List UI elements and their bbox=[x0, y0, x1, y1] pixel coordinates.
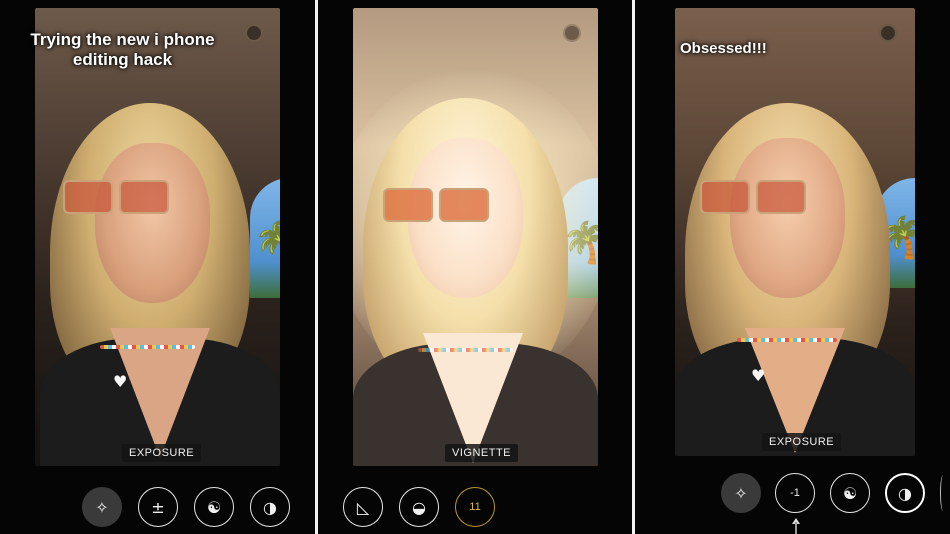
contrast-yinyang-icon[interactable]: ☯ bbox=[830, 473, 870, 513]
photo-vignette: 🌴 VIGNETTE bbox=[353, 8, 598, 466]
half-circle-icon[interactable]: ◑ bbox=[885, 473, 925, 513]
photo-edited: 🌴 ♥ EXPOSURE bbox=[675, 8, 915, 456]
sharpness-triangle-icon[interactable]: ◺ bbox=[343, 487, 383, 527]
half-circle-icon[interactable]: ◑ bbox=[250, 487, 290, 527]
half-circle-icon[interactable]: ◒ bbox=[399, 487, 439, 527]
camera-dot bbox=[563, 24, 581, 42]
exposure-icon[interactable]: ± bbox=[138, 487, 178, 527]
lens-right bbox=[439, 188, 489, 222]
contrast-yinyang-icon[interactable]: ☯ bbox=[194, 487, 234, 527]
tool-label: EXPOSURE bbox=[762, 433, 842, 451]
lens-left bbox=[383, 188, 433, 222]
vignette-value[interactable]: 11 bbox=[455, 487, 495, 527]
next-tool-partial[interactable] bbox=[940, 475, 946, 511]
beaded-necklace bbox=[737, 338, 837, 342]
lens-right bbox=[119, 180, 169, 214]
camera-dot bbox=[879, 24, 897, 42]
sunglasses bbox=[63, 180, 169, 214]
camera-dot bbox=[245, 24, 263, 42]
sunglasses bbox=[383, 188, 489, 222]
magic-wand-icon[interactable]: ✧ bbox=[721, 473, 761, 513]
lens-left bbox=[63, 180, 113, 214]
face bbox=[730, 138, 845, 298]
magic-wand-icon[interactable]: ✧ bbox=[82, 487, 122, 527]
exposure-value[interactable]: -1 bbox=[775, 473, 815, 513]
heart-pendant: ♥ bbox=[751, 366, 766, 385]
panel-edited: 🌴 ♥ EXPOSURE Obsessed!!! ✧ -1 ☯ ◑ bbox=[635, 0, 950, 534]
lens-right bbox=[756, 180, 806, 214]
slider-tick[interactable] bbox=[795, 522, 797, 534]
tool-label: VIGNETTE bbox=[445, 444, 519, 462]
caption-text: Trying the new i phone editing hack bbox=[30, 30, 215, 70]
face bbox=[95, 143, 210, 303]
beaded-necklace bbox=[100, 345, 195, 349]
lens-left bbox=[700, 180, 750, 214]
beaded-necklace bbox=[418, 348, 513, 352]
panel-vignette: 🌴 VIGNETTE ◺ ◒ 11 bbox=[318, 0, 632, 534]
tool-label: EXPOSURE bbox=[122, 444, 202, 462]
heart-pendant: ♥ bbox=[113, 372, 128, 391]
panel-original: 🌴 ♥ EXPOSURE Trying the new i phone edit… bbox=[0, 0, 315, 534]
caption-text: Obsessed!!! bbox=[680, 40, 767, 57]
photo-original: 🌴 ♥ EXPOSURE bbox=[35, 8, 280, 466]
sunglasses bbox=[700, 180, 806, 214]
palm-tree: 🌴 bbox=[253, 220, 280, 266]
